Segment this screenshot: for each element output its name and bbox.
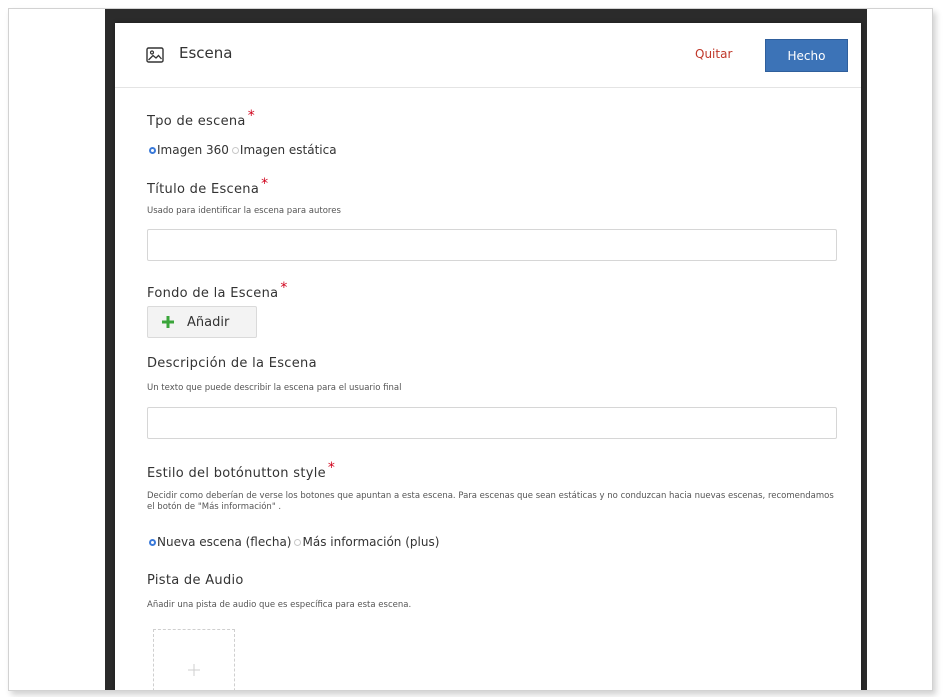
scene-description-input[interactable]: [147, 407, 837, 439]
required-marker: *: [280, 280, 288, 296]
scene-title-input[interactable]: [147, 229, 837, 261]
screenshot-frame: Escena Quitar Hecho Tpo de escena * Image…: [8, 8, 933, 691]
radio-mas-informacion[interactable]: [294, 538, 302, 546]
radio-imagen-estatica[interactable]: [231, 146, 239, 154]
add-background-button[interactable]: Añadir: [147, 306, 257, 338]
add-background-label: Añadir: [187, 314, 230, 330]
scene-background-label-text: Fondo de la Escena: [147, 286, 279, 301]
radio-imagen-360[interactable]: [149, 146, 156, 154]
audio-upload-dropzone[interactable]: [153, 629, 235, 690]
scene-type-radio-group: Imagen 360 Imagen estática: [149, 143, 340, 157]
button-style-radio-group: Nueva escena (flecha) Más información (p…: [149, 535, 442, 549]
scene-title-label-text: Título de Escena: [147, 182, 260, 197]
required-marker: *: [261, 176, 269, 192]
audio-track-description: Añadir una pista de audio que es específ…: [147, 600, 412, 610]
audio-track-label: Pista de Audio: [147, 573, 244, 588]
button-style-label: Estilo del botónutton style *: [147, 460, 335, 481]
radio-mas-informacion-label[interactable]: Más información (plus): [302, 535, 439, 549]
button-style-label-text: Estilo del botónutton style: [147, 466, 326, 481]
scene-description-label: Descripción de la Escena: [147, 356, 317, 371]
radio-nueva-escena[interactable]: [149, 538, 156, 546]
radio-imagen-360-label[interactable]: Imagen 360: [157, 143, 229, 157]
dialog-title: Escena: [179, 44, 233, 62]
dialog-header: Escena Quitar Hecho: [115, 23, 861, 88]
audio-track-label-text: Pista de Audio: [147, 573, 244, 588]
scene-description-help: Un texto que puede describir la escena p…: [147, 383, 402, 393]
scene-dialog: Escena Quitar Hecho Tpo de escena * Image…: [115, 23, 861, 690]
radio-nueva-escena-label[interactable]: Nueva escena (flecha): [157, 535, 291, 549]
plus-icon: [162, 316, 174, 328]
scene-type-label: Tpo de escena *: [147, 108, 255, 129]
quit-button[interactable]: Quitar: [695, 47, 732, 61]
image-icon: [146, 47, 164, 63]
scene-background-label: Fondo de la Escena *: [147, 280, 288, 301]
scene-type-label-text: Tpo de escena: [147, 114, 246, 129]
done-button[interactable]: Hecho: [765, 39, 848, 72]
button-style-description: Decidir como deberían de verse los boton…: [147, 491, 834, 512]
radio-imagen-estatica-label[interactable]: Imagen estática: [240, 143, 337, 157]
required-marker: *: [327, 460, 336, 476]
scene-title-description: Usado para identificar la escena para au…: [147, 206, 341, 216]
plus-icon: [188, 664, 200, 676]
scene-description-label-text: Descripción de la Escena: [147, 356, 317, 371]
scene-title-label: Título de Escena *: [147, 176, 268, 197]
required-marker: *: [247, 108, 255, 124]
